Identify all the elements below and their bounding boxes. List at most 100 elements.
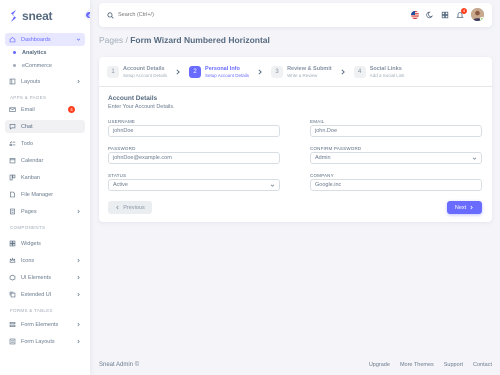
sidebar-item-label: File Manager xyxy=(21,191,54,198)
sidebar-item-ui-elements[interactable]: UI Elements xyxy=(5,271,85,284)
footer-link-support[interactable]: Support xyxy=(444,362,463,368)
sidebar-item-kanban[interactable]: Kanban xyxy=(5,171,85,184)
checklist-icon xyxy=(9,140,16,147)
top-navbar: 4 xyxy=(99,3,492,27)
sidebar-item-label: Chat xyxy=(21,123,33,130)
sidebar-item-icons[interactable]: Icons xyxy=(5,254,85,267)
copy-icon xyxy=(9,291,16,298)
chevron-right-icon xyxy=(77,275,80,280)
brand[interactable]: sneat xyxy=(0,0,90,32)
grid-icon xyxy=(441,11,449,18)
company-label: COMPANY xyxy=(310,173,334,178)
chevron-down-icon xyxy=(270,184,275,187)
calendar-icon xyxy=(9,157,16,164)
sidebar-subitem-ecommerce[interactable]: eCommerce xyxy=(5,59,85,72)
chevron-right-icon xyxy=(77,79,80,84)
chevron-right-icon xyxy=(470,205,473,210)
sidebar-item-form-elements[interactable]: Form Elements xyxy=(5,318,85,331)
chevron-right-icon xyxy=(77,322,80,327)
footer-link-more-themes[interactable]: More Themes xyxy=(400,362,434,368)
next-button[interactable]: Next xyxy=(447,201,482,214)
sidebar-subitem-analytics[interactable]: Analytics xyxy=(5,46,85,59)
status-select[interactable]: Active xyxy=(108,179,280,191)
previous-button[interactable]: Previous xyxy=(108,201,152,214)
sidebar-item-widgets[interactable]: Widgets xyxy=(5,237,85,250)
sidebar-item-extended-ui[interactable]: Extended UI xyxy=(5,288,85,301)
chevron-left-icon xyxy=(87,13,90,17)
chevron-right-icon xyxy=(77,209,80,214)
sidebar-item-dashboards[interactable]: Dashboards xyxy=(5,33,85,46)
sidebar-item-label: Form Layouts xyxy=(21,338,55,345)
sidebar-item-layouts[interactable]: Layouts xyxy=(5,75,85,88)
page-title-text: Form Wizard Numbered Horizontal xyxy=(127,35,270,45)
chevron-right-icon xyxy=(258,69,262,74)
pages-icon xyxy=(9,208,16,215)
step-subtitle: Setup Account Details xyxy=(123,72,168,78)
email-field[interactable]: john.Doe xyxy=(310,125,482,137)
language-switcher[interactable] xyxy=(411,10,419,19)
username-field[interactable]: johnDoe xyxy=(108,125,280,137)
wizard-step-1[interactable]: 1 Account Details Setup Account Details xyxy=(107,65,168,78)
breadcrumb: Pages / xyxy=(99,35,128,45)
sidebar-item-file-manager[interactable]: File Manager xyxy=(5,188,85,201)
confirm-password-label: CONFIRM PASSWORD xyxy=(310,146,362,151)
sidebar-item-label: Form Elements xyxy=(21,321,59,328)
sidebar-item-calendar[interactable]: Calendar xyxy=(5,154,85,167)
wizard-steps: 1 Account Details Setup Account Details … xyxy=(99,57,492,87)
step-subtitle: Add a Social Link xyxy=(369,72,405,78)
form-section-subtitle: Enter Your Account Details. xyxy=(108,104,175,110)
sidebar-item-todo[interactable]: Todo xyxy=(5,137,85,150)
sidebar-collapse-button[interactable] xyxy=(84,10,90,20)
wizard-step-4[interactable]: 4 Social Links Add a Social Link xyxy=(353,65,405,78)
online-status-indicator xyxy=(480,17,484,21)
sidebar-section-header: FORMS & TABLES xyxy=(10,307,53,313)
next-button-label: Next xyxy=(454,204,467,211)
chevron-right-icon xyxy=(77,292,80,297)
company-field[interactable]: Google.inc xyxy=(310,179,482,191)
sidebar-subitem-label: eCommerce xyxy=(22,62,52,69)
search-icon[interactable] xyxy=(107,11,114,19)
sidebar-item-pages[interactable]: Pages xyxy=(5,205,85,218)
sidebar-item-label: Extended UI xyxy=(21,291,52,298)
step-number: 2 xyxy=(189,65,202,78)
previous-button-label: Previous xyxy=(123,204,145,211)
mail-icon xyxy=(9,106,16,113)
box-icon xyxy=(9,274,16,281)
sidebar-subitem-label: Analytics xyxy=(22,49,47,56)
bullet-icon xyxy=(13,51,16,54)
bullet-icon xyxy=(13,64,16,67)
confirm-password-value: Admin xyxy=(315,155,331,161)
sidebar-item-label: Pages xyxy=(21,208,37,215)
notification-count-badge: 4 xyxy=(461,7,467,14)
password-field[interactable]: johnDoe@example.com xyxy=(108,152,280,164)
notifications-button[interactable]: 4 xyxy=(456,7,467,19)
moon-icon xyxy=(426,11,433,18)
sidebar-item-label: Calendar xyxy=(21,157,44,164)
confirm-password-field[interactable]: Admin xyxy=(310,152,482,164)
sidebar-item-form-layouts[interactable]: Form Layouts xyxy=(5,335,85,348)
shortcuts-button[interactable] xyxy=(441,11,449,19)
step-title: Review & Submit xyxy=(287,65,332,72)
step-title: Account Details xyxy=(123,65,165,72)
crown-icon xyxy=(9,257,16,264)
footer-link-contact[interactable]: Contact xyxy=(473,362,492,368)
email-label: EMAIL xyxy=(310,119,325,124)
wizard-step-3[interactable]: 3 Review & Submit Write a Review xyxy=(271,65,332,78)
sidebar-item-email[interactable]: Email 4 xyxy=(5,103,85,116)
user-avatar[interactable] xyxy=(471,8,484,21)
wizard-card: 1 Account Details Setup Account Details … xyxy=(99,57,492,222)
form-icon xyxy=(9,321,16,328)
sidebar-item-chat[interactable]: Chat xyxy=(5,120,85,133)
page-title: Pages / Form Wizard Numbered Horizontal xyxy=(99,35,270,45)
footer-links: Upgrade More Themes Support Contact xyxy=(359,362,492,368)
sidebar-section-header: APPS & PAGES xyxy=(10,94,47,100)
theme-toggle[interactable] xyxy=(426,11,434,19)
step-subtitle: Setup Account Details xyxy=(205,72,250,78)
status-value: Active xyxy=(113,182,128,188)
wizard-step-2[interactable]: 2 Personal Info Setup Account Details xyxy=(189,65,250,78)
sidebar-item-label: Icons xyxy=(21,257,35,264)
footer-link-upgrade[interactable]: Upgrade xyxy=(369,362,390,368)
footer-brand: Sneat Admin © xyxy=(99,362,140,368)
step-number: 4 xyxy=(353,65,366,78)
search-input[interactable] xyxy=(118,12,238,18)
